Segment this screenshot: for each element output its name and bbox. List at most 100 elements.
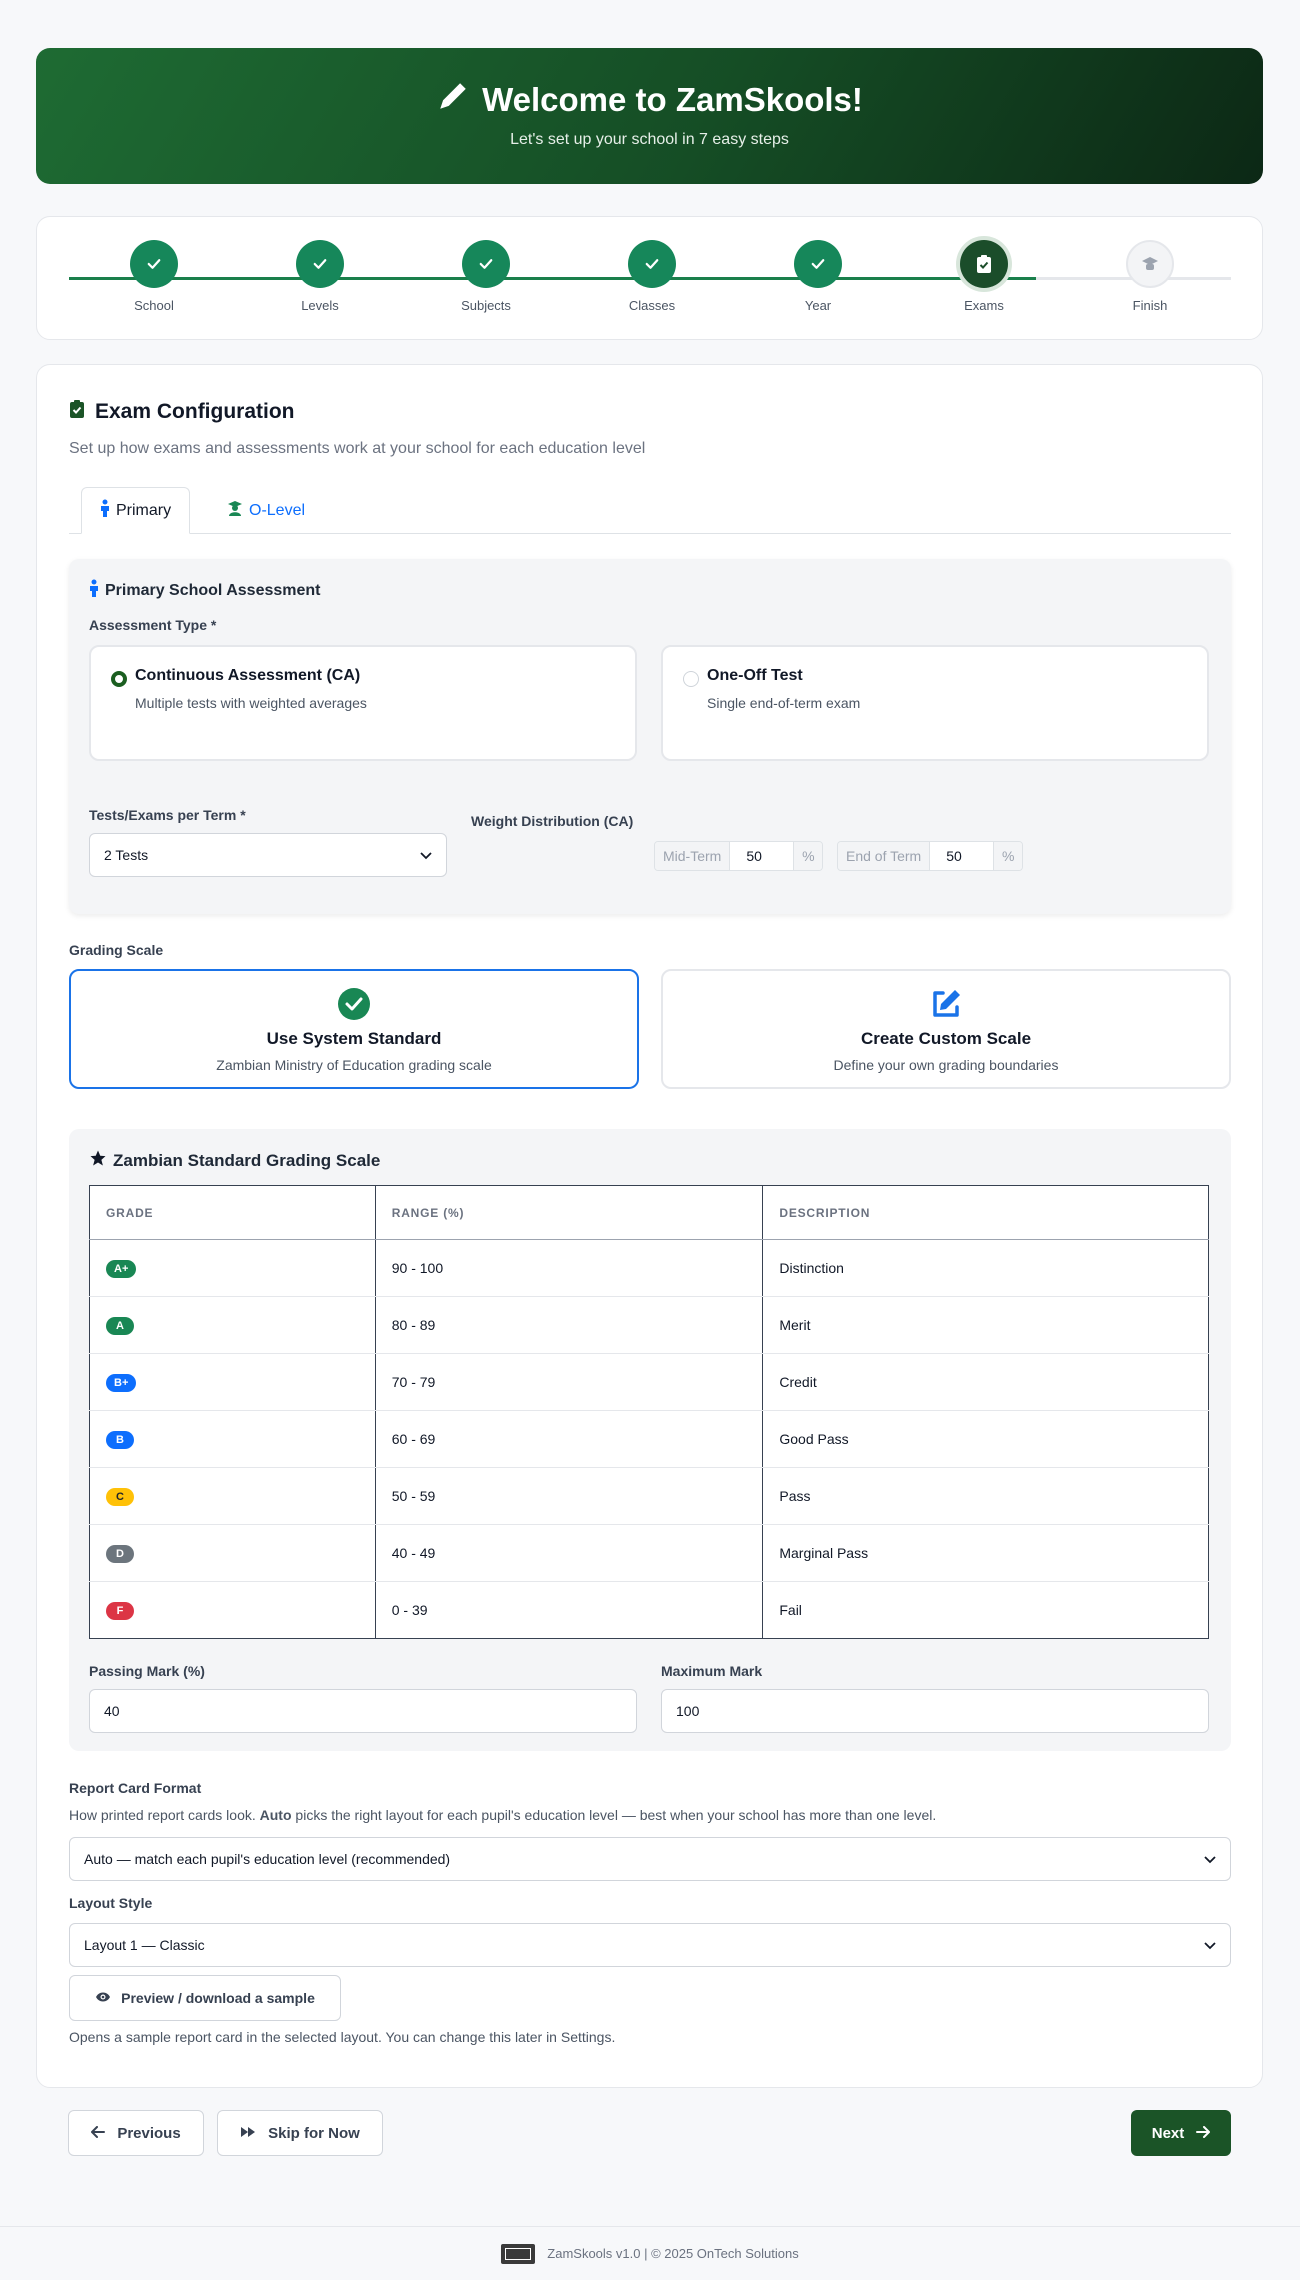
panel-title: Primary School Assessment <box>105 581 321 599</box>
button-label: Skip for Now <box>268 2124 360 2142</box>
description-cell: Marginal Pass <box>762 1524 1209 1582</box>
grade-badge: C <box>106 1487 134 1506</box>
maximum-mark-input[interactable]: 100 <box>661 1689 1209 1733</box>
step-finish[interactable]: Finish <box>1090 240 1210 313</box>
step-subjects[interactable]: Subjects <box>426 240 546 313</box>
option-title: Continuous Assessment (CA) <box>135 667 361 684</box>
arrow-left-icon <box>91 2125 106 2142</box>
grade-badge: B+ <box>106 1373 137 1392</box>
button-label: Next <box>1151 2124 1185 2142</box>
arrow-right-icon <box>1196 2125 1211 2142</box>
check-icon <box>628 240 676 288</box>
weight-endterm-group: End of Term 50 % <box>837 841 1024 871</box>
column-header: GRADE <box>89 1185 376 1240</box>
eye-icon <box>95 1990 111 2006</box>
grade-cell: F <box>89 1581 376 1639</box>
maximum-mark-label: Maximum Mark <box>661 1663 763 1679</box>
check-icon <box>130 240 178 288</box>
check-icon <box>296 240 344 288</box>
setup-stepper: School Levels Subjects Classes Year Exam… <box>36 216 1263 340</box>
grading-scale-panel: Zambian Standard Grading Scale GRADE RAN… <box>69 1129 1231 1751</box>
level-tabs: Primary O-Level <box>69 487 1231 534</box>
grade-badge: A <box>106 1316 134 1335</box>
child-icon <box>100 499 110 522</box>
button-label: Previous <box>117 2124 181 2142</box>
chevron-down-icon <box>1204 1937 1216 1953</box>
check-circle-icon <box>337 987 371 1021</box>
description-cell: Fail <box>762 1581 1209 1639</box>
option-continuous-assessment[interactable]: Continuous Assessment (CA) Multiple test… <box>89 645 637 761</box>
child-icon <box>89 579 99 602</box>
range-cell: 70 - 79 <box>374 1353 764 1411</box>
step-label: Year <box>804 298 832 313</box>
grade-badge: F <box>106 1601 134 1620</box>
select-value: 2 Tests <box>104 847 149 863</box>
step-exams[interactable]: Exams <box>924 240 1044 313</box>
grade-cell: A+ <box>89 1239 376 1297</box>
assessment-type-label: Assessment Type * <box>89 617 217 633</box>
table-row: B 60 - 69 Good Pass <box>89 1410 1209 1468</box>
step-levels[interactable]: Levels <box>260 240 380 313</box>
tab-primary[interactable]: Primary <box>81 487 191 534</box>
range-cell: 50 - 59 <box>374 1467 764 1525</box>
footer-text: ZamSkools v1.0 | © 2025 OnTech Solutions <box>547 2246 799 2261</box>
option-desc: Define your own grading boundaries <box>833 1057 1059 1073</box>
create-custom-scale-option[interactable]: Create Custom Scale Define your own grad… <box>661 969 1231 1089</box>
option-title: Create Custom Scale <box>860 1029 1032 1048</box>
description-cell: Distinction <box>762 1239 1209 1297</box>
next-button[interactable]: Next <box>1131 2110 1231 2156</box>
previous-button[interactable]: Previous <box>68 2110 204 2156</box>
step-label: School <box>134 298 174 313</box>
passing-mark-label: Passing Mark (%) <box>89 1663 205 1679</box>
footer: ZamSkools v1.0 | © 2025 OnTech Solutions <box>0 2226 1300 2280</box>
description-cell: Pass <box>762 1467 1209 1525</box>
option-desc: Multiple tests with weighted averages <box>135 695 367 711</box>
range-cell: 60 - 69 <box>374 1410 764 1468</box>
step-label: Exams <box>964 298 1004 313</box>
grade-cell: C <box>89 1467 376 1525</box>
step-classes[interactable]: Classes <box>592 240 712 313</box>
option-one-off-test[interactable]: One-Off Test Single end-of-term exam <box>661 645 1209 761</box>
weight-midterm-input[interactable]: 50 <box>730 842 795 870</box>
preview-sample-button[interactable]: Preview / download a sample <box>69 1975 341 2021</box>
clipboard-check-icon <box>69 399 85 425</box>
radio-unselected[interactable] <box>683 671 699 687</box>
use-system-standard-option[interactable]: Use System Standard Zambian Ministry of … <box>69 969 639 1089</box>
check-icon <box>794 240 842 288</box>
step-year[interactable]: Year <box>758 240 878 313</box>
step-label: Levels <box>301 298 339 313</box>
option-desc: Zambian Ministry of Education grading sc… <box>216 1057 492 1073</box>
clipboard-check-icon <box>960 240 1008 288</box>
tests-per-term-select[interactable]: 2 Tests <box>89 833 447 877</box>
weight-label: Mid-Term <box>655 842 731 870</box>
passing-mark-input[interactable]: 40 <box>89 1689 637 1733</box>
fast-forward-icon <box>240 2125 256 2142</box>
weight-endterm-input[interactable]: 50 <box>930 842 995 870</box>
button-label: Preview / download a sample <box>121 1990 315 2006</box>
select-value: Layout 1 — Classic <box>84 1937 205 1953</box>
weight-label: End of Term <box>838 842 931 870</box>
step-school[interactable]: School <box>94 240 214 313</box>
section-title: Exam Configuration <box>95 400 295 423</box>
table-row: A+ 90 - 100 Distinction <box>89 1239 1209 1297</box>
panel-title: Zambian Standard Grading Scale <box>113 1150 381 1170</box>
section-subtitle: Set up how exams and assessments work at… <box>69 440 646 457</box>
table-header-row: GRADE RANGE (%) DESCRIPTION <box>89 1185 1209 1240</box>
option-title: One-Off Test <box>707 667 803 684</box>
option-desc: Single end-of-term exam <box>707 695 861 711</box>
tab-o-level[interactable]: O-Level <box>209 487 323 534</box>
report-format-select[interactable]: Auto — match each pupil's education leve… <box>69 1837 1231 1881</box>
table-row: A 80 - 89 Merit <box>89 1296 1209 1354</box>
tests-per-term-label: Tests/Exams per Term * <box>89 807 246 823</box>
step-label: Finish <box>1132 298 1168 313</box>
radio-selected[interactable] <box>111 671 127 687</box>
chevron-down-icon <box>1204 1851 1216 1867</box>
grading-scale-label: Grading Scale <box>69 942 164 958</box>
layout-style-select[interactable]: Layout 1 — Classic <box>69 1923 1231 1967</box>
page-subtitle: Let's set up your school in 7 easy steps <box>510 131 789 148</box>
grade-badge: D <box>106 1544 134 1563</box>
skip-button[interactable]: Skip for Now <box>217 2110 383 2156</box>
progress-fill <box>69 277 1036 280</box>
description-cell: Credit <box>762 1353 1209 1411</box>
company-logo <box>501 2243 536 2264</box>
